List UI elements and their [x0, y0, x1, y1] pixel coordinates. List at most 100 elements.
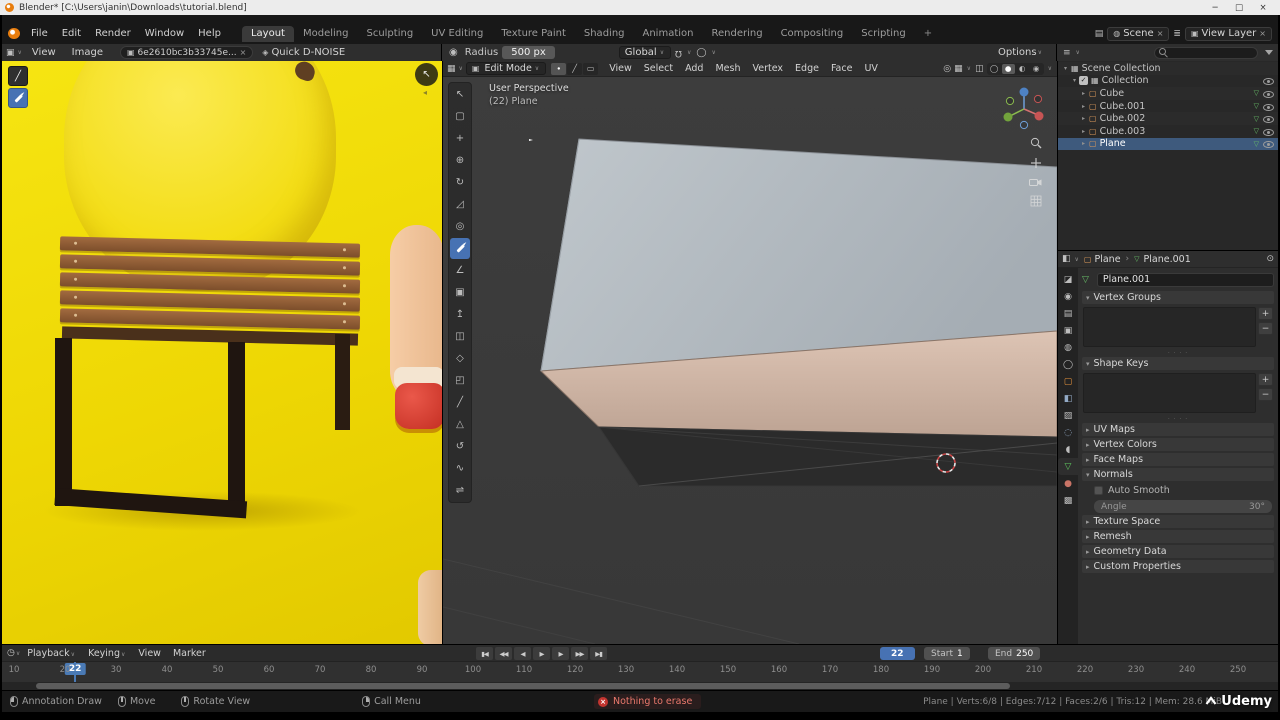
transport-prev-keyframe-button[interactable]: ◀◀ — [495, 647, 512, 660]
auto-smooth-angle-slider[interactable]: Angle 30° — [1094, 500, 1272, 513]
mode-selector[interactable]: ▣ Edit Mode ∨ — [465, 62, 547, 75]
rendered-shading-button[interactable]: ◉ — [1030, 64, 1043, 74]
workspace-tab-modeling[interactable]: Modeling — [294, 26, 358, 42]
remove-item-button[interactable]: − — [1258, 388, 1273, 401]
outliner-row-cube-003[interactable]: ▸ ▢ Cube.003 ▽ — [1058, 125, 1278, 138]
transport-next-keyframe-button[interactable]: ▶▶ — [571, 647, 588, 660]
image-editor-canvas[interactable]: ╱ ↖ ◂ — [2, 61, 442, 644]
transport-jump-start-button[interactable]: ▮◀ — [476, 647, 493, 660]
panel-custom-properties[interactable]: ▸ Custom Properties — [1082, 560, 1274, 573]
frame-start-field[interactable]: Start 1 — [924, 647, 970, 660]
viewport-menu-mesh[interactable]: Mesh — [709, 63, 746, 74]
panel-uv-maps[interactable]: ▸ UV Maps — [1082, 423, 1274, 436]
properties-tab-view-layer[interactable]: ▣ — [1058, 322, 1078, 339]
xray-toggle-icon[interactable]: ◫ — [975, 64, 984, 74]
minimize-button[interactable]: ─ — [1203, 3, 1227, 13]
blender-menu-icon[interactable] — [8, 28, 20, 39]
workspace-tab-layout[interactable]: Layout — [241, 25, 294, 42]
vertex-select-button[interactable]: ∙ — [551, 62, 567, 75]
tool-add-cube[interactable]: ▣ — [450, 282, 470, 303]
tool-rotate[interactable]: ↻ — [450, 172, 470, 193]
disclosure-icon[interactable]: ▸ — [1079, 90, 1088, 97]
visibility-eye-icon[interactable] — [1263, 127, 1274, 136]
outliner-row-cube-002[interactable]: ▸ ▢ Cube.002 ▽ — [1058, 112, 1278, 125]
timeline-menu-marker[interactable]: Marker — [167, 648, 212, 659]
panel-vertex-groups[interactable]: ▾ Vertex Groups — [1082, 291, 1274, 304]
editor-type-3d-icon[interactable]: ▦ — [447, 64, 456, 74]
add-item-button[interactable]: + — [1258, 373, 1273, 386]
maximize-button[interactable]: □ — [1227, 3, 1251, 13]
editor-type-outliner-icon[interactable]: ≡ — [1063, 48, 1071, 58]
zoom-icon[interactable] — [1030, 137, 1042, 149]
outliner-search-input[interactable] — [1154, 46, 1258, 59]
editor-type-properties-icon[interactable]: ◧ — [1062, 254, 1071, 264]
topbar-menu-render[interactable]: Render — [88, 28, 138, 39]
visibility-eye-icon[interactable] — [1263, 89, 1274, 98]
filter-icon[interactable] — [1265, 50, 1273, 55]
view-layer-selector[interactable]: ▣ View Layer × — [1184, 26, 1272, 41]
transport-next-frame-button[interactable]: ▶ — [552, 647, 569, 660]
disclosure-icon[interactable]: ▸ — [1079, 115, 1088, 122]
view-layer-browse-icon[interactable]: ≣ — [1173, 29, 1181, 39]
image-menu-view[interactable]: View — [25, 47, 63, 58]
empty-list-box[interactable] — [1083, 307, 1256, 347]
properties-tab-constraints[interactable]: ◖ — [1058, 441, 1078, 458]
workspace-tab-texture-paint[interactable]: Texture Paint — [492, 26, 575, 42]
tool-knife[interactable]: ╱ — [450, 392, 470, 413]
workspace-tab-uv-editing[interactable]: UV Editing — [422, 26, 492, 42]
grid-ortho-icon[interactable] — [1030, 195, 1042, 207]
collection-checkbox[interactable]: ✓ — [1079, 76, 1088, 86]
tool-select-tweak[interactable]: ↖ — [450, 84, 470, 105]
panel-remesh[interactable]: ▸ Remesh — [1082, 530, 1274, 543]
viewport-menu-add[interactable]: Add — [679, 63, 709, 74]
timeline-menu-keying[interactable]: Keying∨ — [82, 648, 132, 659]
disclosure-icon[interactable]: ▾ — [1061, 65, 1070, 72]
add-workspace-button[interactable]: + — [915, 26, 941, 42]
topbar-menu-edit[interactable]: Edit — [55, 28, 88, 39]
navigation-gizmo[interactable] — [1001, 85, 1047, 131]
outliner-row-scene-collection[interactable]: ▾ ▦ Scene Collection — [1058, 62, 1278, 75]
outliner-row-cube-001[interactable]: ▸ ▢ Cube.001 ▽ — [1058, 100, 1278, 113]
workspace-tab-shading[interactable]: Shading — [575, 26, 634, 42]
topbar-menu-help[interactable]: Help — [191, 28, 228, 39]
panel-texture-space[interactable]: ▸ Texture Space — [1082, 515, 1274, 528]
panel-resize-grip[interactable] — [1082, 413, 1274, 421]
orientation-selector[interactable]: Global ∨ — [618, 46, 672, 59]
viewport-menu-vertex[interactable]: Vertex — [746, 63, 789, 74]
editor-type-timeline-icon[interactable]: ◷ — [7, 648, 15, 658]
edge-select-button[interactable]: ╱ — [567, 62, 583, 75]
empty-list-box[interactable] — [1083, 373, 1256, 413]
current-frame-field[interactable]: 22 — [880, 647, 915, 660]
disclosure-icon[interactable]: ▾ — [1070, 77, 1079, 84]
panel-normals[interactable]: ▾ Normals — [1082, 468, 1274, 481]
properties-tab-material[interactable]: ● — [1058, 475, 1078, 492]
tool-transform[interactable]: ◎ — [450, 216, 470, 237]
timeline-scrollbar[interactable] — [2, 682, 1278, 690]
outliner-row-collection[interactable]: ▾ ✓ ▦ Collection — [1058, 75, 1278, 88]
viewport-menu-edge[interactable]: Edge — [789, 63, 825, 74]
unlink-view-layer-icon[interactable]: × — [1259, 29, 1266, 38]
wireframe-shading-button[interactable]: ◯ — [988, 64, 1001, 74]
auto-smooth-checkbox[interactable] — [1094, 486, 1103, 495]
properties-tab-scene[interactable]: ◍ — [1058, 339, 1078, 356]
tool-measure[interactable]: ∠ — [450, 260, 470, 281]
workspace-tab-animation[interactable]: Animation — [634, 26, 703, 42]
topbar-menu-file[interactable]: File — [24, 28, 55, 39]
topbar-menu-window[interactable]: Window — [138, 28, 191, 39]
tool-move[interactable]: ⊕ — [450, 150, 470, 171]
panel-geometry-data[interactable]: ▸ Geometry Data — [1082, 545, 1274, 558]
timeline-scrollbar-handle[interactable] — [36, 683, 1010, 689]
properties-tab-tool[interactable]: ◪ — [1058, 271, 1078, 288]
editor-type-image-icon[interactable]: ▣ — [6, 48, 15, 58]
data-name-field[interactable]: Plane.001 — [1096, 272, 1274, 287]
overlays-icon[interactable]: ▦ — [954, 64, 963, 74]
tool-annotate[interactable] — [450, 238, 470, 259]
visibility-eye-icon[interactable] — [1263, 114, 1274, 124]
breadcrumb-data-label[interactable]: Plane.001 — [1144, 254, 1191, 265]
disclosure-icon[interactable]: ▸ — [1079, 128, 1088, 135]
panel-shape-keys[interactable]: ▾ Shape Keys — [1082, 357, 1274, 370]
properties-tab-particles[interactable]: ▨ — [1058, 407, 1078, 424]
move-view-icon[interactable] — [1030, 157, 1042, 169]
viewport-menu-uv[interactable]: UV — [858, 63, 883, 74]
transport-play-button[interactable]: ▶ — [533, 647, 550, 660]
